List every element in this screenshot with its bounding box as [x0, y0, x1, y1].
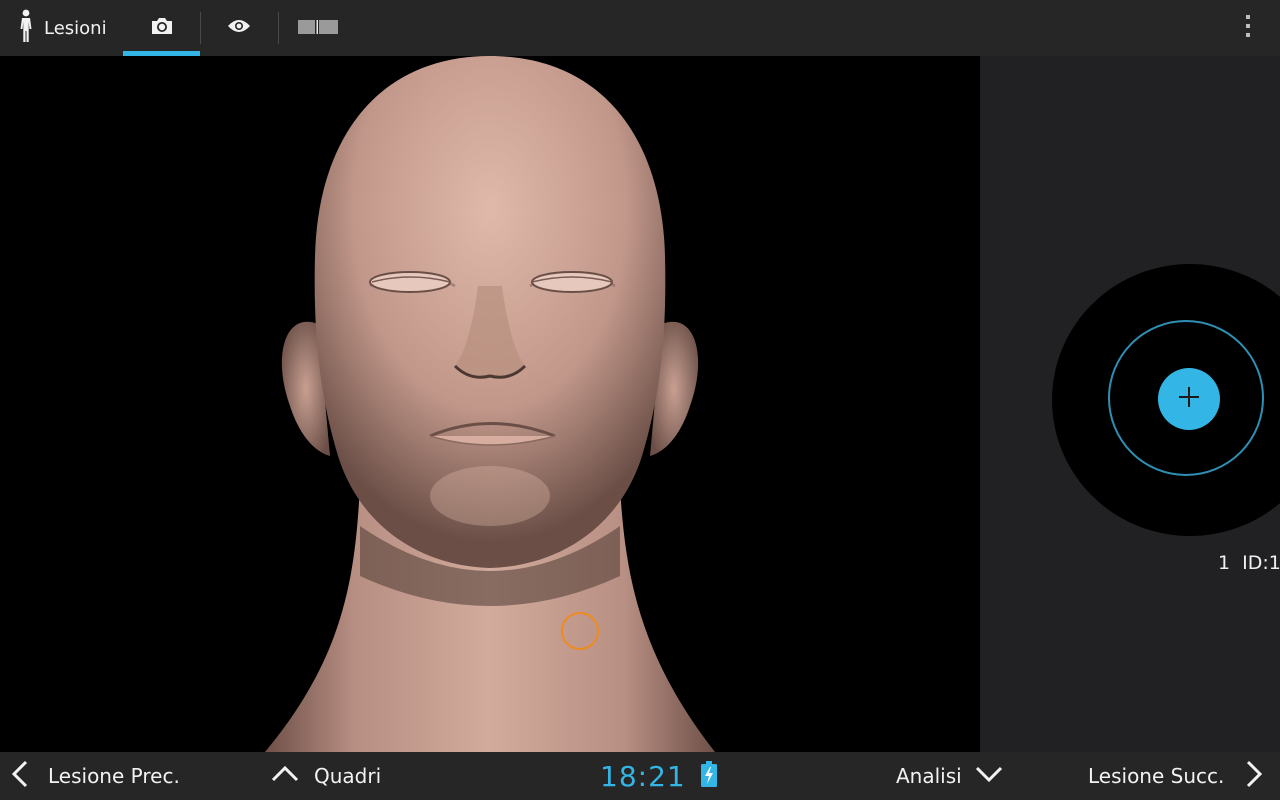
camera-icon: [150, 16, 174, 40]
split-view-icon: [298, 19, 338, 38]
tab-split-view[interactable]: [279, 0, 357, 56]
chevron-up-icon: [270, 764, 300, 789]
body-model-viewport[interactable]: [0, 56, 980, 752]
next-lesion-button[interactable]: Lesione Succ.: [1088, 752, 1264, 800]
head-model[interactable]: [0, 56, 980, 752]
overflow-menu-button[interactable]: [1230, 0, 1266, 56]
lesion-number: 1: [1218, 552, 1231, 574]
plus-icon: [1177, 385, 1201, 413]
app-title-label: Lesioni: [44, 17, 107, 39]
quadri-label: Quadri: [314, 764, 382, 788]
battery-charging-icon: [700, 760, 718, 793]
overflow-menu-icon: [1245, 14, 1251, 42]
tab-camera[interactable]: [123, 0, 200, 56]
clock-time: 18:21: [600, 759, 686, 793]
chevron-right-icon: [1242, 760, 1264, 793]
status-clock: 18:21: [600, 752, 718, 800]
next-lesion-label: Lesione Succ.: [1088, 764, 1225, 788]
action-bar: Lesioni: [0, 0, 1280, 56]
app-title[interactable]: Lesioni: [18, 0, 118, 56]
analisi-button[interactable]: Analisi: [896, 752, 1004, 800]
add-lesion-button[interactable]: [1158, 368, 1220, 430]
lesion-id: ID:1: [1242, 552, 1280, 574]
lesion-panel: 1 ID:1: [980, 56, 1280, 752]
quadri-button[interactable]: Quadri: [270, 752, 381, 800]
analisi-label: Analisi: [896, 764, 962, 788]
previous-lesion-label: Lesione Prec.: [48, 764, 180, 788]
chevron-left-icon: [10, 760, 32, 793]
lesion-marker[interactable]: [561, 612, 599, 650]
bottom-bar: Lesione Prec. Quadri 18:21 Analisi Lesio…: [0, 752, 1280, 800]
lesion-id-label: 1 ID:1: [1218, 552, 1280, 574]
person-icon: [18, 9, 34, 47]
previous-lesion-button[interactable]: Lesione Prec.: [10, 752, 180, 800]
tab-eye[interactable]: [201, 0, 277, 56]
eye-icon: [227, 18, 251, 38]
chevron-down-icon: [974, 764, 1004, 789]
